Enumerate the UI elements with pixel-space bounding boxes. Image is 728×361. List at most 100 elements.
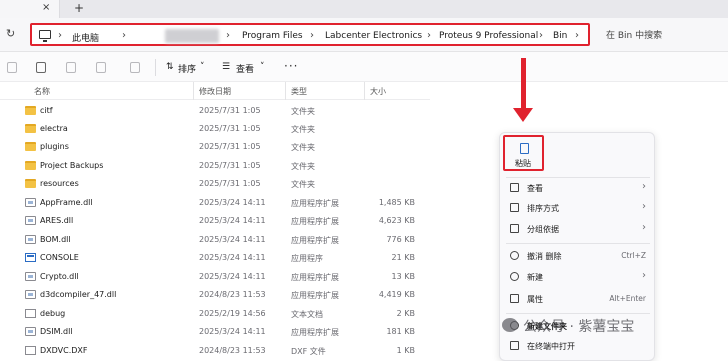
column-header-name[interactable]: 名称 (34, 86, 50, 97)
file-type: 文件夹 (291, 162, 315, 171)
breadcrumb-bin[interactable]: Bin (553, 31, 567, 41)
chevron-right-icon[interactable]: › (310, 30, 314, 41)
file-size: 13 KB (391, 272, 415, 281)
file-type: 应用程序扩展 (291, 236, 339, 245)
file-name: DXDVC.DXF (40, 346, 88, 355)
file-name: BOM.dll (40, 235, 71, 244)
menu-item-sort[interactable]: 排序方式 › (500, 198, 656, 218)
sort-icon[interactable]: ⇅ (166, 62, 174, 72)
sort-icon (510, 203, 519, 212)
file-date: 2024/8/23 11:53 (199, 290, 266, 299)
more-options-icon[interactable]: ··· (284, 59, 298, 73)
refresh-icon[interactable]: ↻ (6, 27, 15, 40)
file-size: 4,419 KB (378, 290, 415, 299)
menu-item-open-terminal[interactable]: 在终端中打开 (500, 336, 656, 356)
file-name: d3dcompiler_47.dll (40, 290, 117, 299)
column-divider[interactable] (193, 82, 194, 100)
chevron-right-icon[interactable]: › (539, 30, 543, 41)
chevron-right-icon: › (642, 270, 646, 281)
file-type: 文本文档 (291, 310, 323, 319)
file-size: 4,623 KB (378, 216, 415, 225)
menu-item-group[interactable]: 分组依据 › (500, 219, 656, 239)
breadcrumb-proteus[interactable]: Proteus 9 Professional (439, 31, 538, 41)
menu-item-view[interactable]: 查看 › (500, 178, 656, 198)
annotation-arrow-shaft (521, 58, 526, 114)
file-type: DXF 文件 (291, 347, 326, 356)
file-type: 应用程序扩展 (291, 273, 339, 282)
sort-button[interactable]: 排序 (178, 62, 196, 75)
file-date: 2025/7/31 1:05 (199, 124, 261, 133)
file-name: debug (40, 309, 66, 318)
watermark-text: 公众号 · 紫薯宝宝 (523, 319, 635, 335)
group-icon (510, 224, 519, 233)
chevron-right-icon[interactable]: › (226, 30, 230, 41)
share-icon[interactable] (96, 62, 106, 73)
file-type: 文件夹 (291, 125, 315, 134)
file-row[interactable]: DSIM.dll 2025/3/24 14:11 应用程序扩展 181 KB (0, 323, 430, 341)
file-row[interactable]: resources 2025/7/31 1:05 文件夹 (0, 175, 430, 193)
dll-icon (25, 216, 36, 225)
chevron-right-icon[interactable]: › (58, 30, 62, 41)
dll-icon (25, 272, 36, 281)
menu-item-undo-delete[interactable]: 撤消 删除 Ctrl+Z (500, 246, 656, 266)
close-tab-icon[interactable]: × (42, 2, 50, 13)
menu-item-properties[interactable]: 属性 Alt+Enter (500, 289, 656, 309)
view-button[interactable]: 查看 (236, 62, 254, 75)
chevron-right-icon[interactable]: › (427, 30, 431, 41)
file-date: 2025/2/19 14:56 (199, 309, 266, 318)
chevron-right-icon: › (642, 201, 646, 212)
tab-current[interactable]: × (0, 0, 60, 18)
folder-icon (25, 161, 36, 170)
new-item-icon[interactable] (7, 62, 17, 73)
breadcrumb-program-files[interactable]: Program Files (242, 31, 303, 41)
file-row[interactable]: electra 2025/7/31 1:05 文件夹 (0, 120, 430, 138)
paste-label: 粘贴 (515, 159, 531, 168)
chevron-down-icon[interactable]: ˅ (200, 62, 205, 72)
menu-item-new[interactable]: 新建 › (500, 267, 656, 287)
file-row[interactable]: d3dcompiler_47.dll 2024/8/23 11:53 应用程序扩展 4… (0, 286, 430, 304)
paste-icon (520, 143, 529, 154)
file-row[interactable]: BOM.dll 2025/3/24 14:11 应用程序扩展 776 KB (0, 231, 430, 249)
address-row: ↻ › 此电脑 › › Program Files › Labcenter El… (0, 18, 728, 52)
search-input[interactable]: 在 Bin 中搜索 (600, 25, 724, 45)
redacted-drive-label (165, 29, 219, 43)
column-header-date[interactable]: 修改日期 (199, 86, 231, 97)
file-size: 1,485 KB (378, 198, 415, 207)
column-header-size[interactable]: 大小 (370, 86, 386, 97)
chevron-right-icon[interactable]: › (575, 30, 579, 41)
column-divider[interactable] (285, 82, 286, 100)
undo-icon (510, 251, 519, 260)
delete-icon[interactable] (130, 62, 140, 73)
file-row[interactable]: debug 2025/2/19 14:56 文本文档 2 KB (0, 305, 430, 323)
file-name: CONSOLE (40, 253, 79, 262)
new-tab-icon[interactable]: + (74, 1, 84, 15)
column-divider[interactable] (364, 82, 365, 100)
chevron-down-icon[interactable]: ˅ (260, 62, 265, 72)
copy-icon[interactable] (66, 62, 76, 73)
file-size: 2 KB (396, 309, 415, 318)
view-icon[interactable]: ☰ (222, 62, 230, 72)
paste-toolbar-icon[interactable] (36, 62, 46, 73)
file-icon (25, 309, 36, 318)
breadcrumb-this-pc[interactable]: 此电脑 (72, 31, 99, 44)
breadcrumb-labcenter[interactable]: Labcenter Electronics (325, 31, 422, 41)
shortcut-hint: Alt+Enter (609, 294, 646, 303)
file-size: 21 KB (391, 253, 415, 262)
paste-button[interactable]: 粘贴 (503, 135, 544, 171)
file-row[interactable]: CONSOLE 2025/3/24 14:11 应用程序 21 KB (0, 249, 430, 267)
file-date: 2025/3/24 14:11 (199, 327, 266, 336)
file-row[interactable]: Project Backups 2025/7/31 1:05 文件夹 (0, 157, 430, 175)
file-name: Project Backups (40, 161, 104, 170)
file-row[interactable]: AppFrame.dll 2025/3/24 14:11 应用程序扩展 1,485 K… (0, 194, 430, 212)
menu-item-label: 属性 (527, 295, 543, 304)
address-bar[interactable]: › 此电脑 › › Program Files › Labcenter Elec… (30, 23, 590, 46)
menu-item-label: 新建 (527, 273, 543, 282)
file-row[interactable]: Crypto.dll 2025/3/24 14:11 应用程序扩展 13 KB (0, 268, 430, 286)
file-date: 2025/7/31 1:05 (199, 106, 261, 115)
column-header-type[interactable]: 类型 (291, 86, 307, 97)
file-row[interactable]: DXDVC.DXF 2024/8/23 11:53 DXF 文件 1 KB (0, 342, 430, 360)
chevron-right-icon[interactable]: › (122, 30, 126, 41)
file-row[interactable]: ARES.dll 2025/3/24 14:11 应用程序扩展 4,623 KB (0, 212, 430, 230)
file-row[interactable]: citf 2025/7/31 1:05 文件夹 (0, 102, 430, 120)
file-row[interactable]: plugins 2025/7/31 1:05 文件夹 (0, 138, 430, 156)
